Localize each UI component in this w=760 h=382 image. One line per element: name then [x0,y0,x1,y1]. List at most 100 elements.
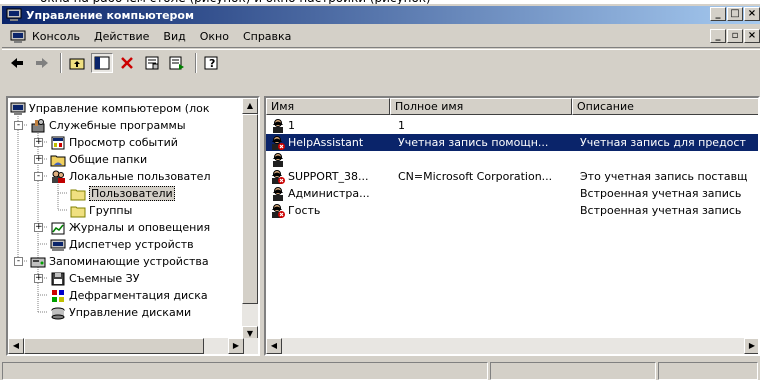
menu-action[interactable]: Действие [94,30,149,43]
help-button[interactable]: ? [201,53,223,73]
tree-item-event-viewer[interactable]: Просмотр событий [50,134,178,151]
table-row[interactable]: HelpAssistant Учетная запись помощн... Уче… [266,134,758,151]
cell-name [270,151,392,168]
show-hide-tree-button[interactable] [91,52,113,73]
properties-button[interactable] [141,53,163,73]
scroll-up-button[interactable]: ▲ [242,98,258,114]
tree-item-label: Съемные ЗУ [69,272,140,285]
tree-item-label: Запоминающие устройства [49,255,209,268]
tree-item-device-manager[interactable]: Диспетчер устройств [50,236,194,253]
storage-icon [30,257,46,267]
tree-item-storage[interactable]: Запоминающие устройства [30,253,209,270]
arrow-left-icon [11,57,23,68]
tree-content: Управление компьютером (лок - Служебные пр… [8,98,244,342]
scroll-left-button[interactable]: ◀ [266,338,282,354]
tree-item-computer-management[interactable]: Управление компьютером (лок [10,100,210,117]
column-description[interactable]: Описание [572,98,758,115]
tree-item-groups[interactable]: Группы [70,202,132,219]
tree-item-disk-management[interactable]: Управление дисками [50,304,191,321]
table-row[interactable] [266,151,758,168]
collapse-button[interactable]: - [14,257,23,266]
back-button[interactable] [6,53,28,73]
computer-management-icon [6,8,22,21]
toolbar-separator [60,52,62,73]
folder-icon [70,206,86,217]
table-row[interactable]: Администра... Встроенная учетная запись [266,185,758,202]
scroll-thumb[interactable] [242,114,258,304]
cell-full-name: Учетная запись помощн... [398,136,549,149]
scroll-right-button[interactable]: ▶ [744,338,758,354]
tree-vertical-scrollbar[interactable]: ▲ ▼ [242,98,258,342]
column-full-name[interactable]: Полное имя [390,98,572,115]
tree-item-local-users[interactable]: Локальные пользовател [50,168,211,185]
user-icon [273,153,283,167]
user-icon [273,187,283,201]
tree-item-label: Диспетчер устройств [69,238,194,251]
users-list[interactable]: Имя Полное имя Описание 1 1 HelpAssistant У… [264,96,760,356]
export-list-button[interactable] [166,53,188,73]
table-row[interactable]: Гость Встроенная учетная запись [266,202,758,219]
maximize-button[interactable]: □ [727,7,743,21]
user-disabled-icon [272,170,285,184]
user-disabled-icon [272,136,285,150]
user-name: SUPPORT_38... [288,170,369,183]
table-row[interactable]: 11 [266,117,758,134]
menu-help[interactable]: Справка [243,30,291,43]
tree-item-shared-folders[interactable]: Общие папки [50,151,147,168]
mdi-minimize-button[interactable]: _ [710,29,726,43]
scroll-right-button[interactable]: ▶ [228,338,244,354]
collapse-button[interactable]: - [34,172,43,181]
menu-console[interactable]: Консоль [32,30,80,43]
user-name: HelpAssistant [288,136,364,149]
tree-item-defragmenter[interactable]: Дефрагментация диска [50,287,208,304]
delete-button[interactable] [116,53,138,73]
folder-icon [70,189,86,200]
tree-horizontal-scrollbar[interactable]: ◀ ▶ [8,338,258,354]
list-header: Имя Полное имя Описание [266,98,758,115]
cell-name: HelpAssistant [270,134,392,151]
cell-name: Гость [270,202,392,219]
expand-button[interactable]: + [34,223,43,232]
menu-view[interactable]: Вид [163,30,185,43]
menu-window[interactable]: Окно [200,30,229,43]
tree-item-logs-alerts[interactable]: Журналы и оповещения [50,219,210,236]
expand-button[interactable]: + [34,274,43,283]
mdi-close-button[interactable]: × [744,29,760,43]
tree-item-label: Локальные пользовател [69,170,211,183]
up-level-button[interactable] [66,53,88,73]
scroll-left-button[interactable]: ◀ [8,338,24,354]
status-panel [2,362,488,380]
delete-x-icon [121,56,133,69]
scroll-thumb[interactable] [24,338,204,354]
tree-item-removable-storage[interactable]: Съемные ЗУ [50,270,139,287]
column-name[interactable]: Имя [266,98,390,115]
tree-item-users[interactable]: Пользователи [70,185,175,202]
cell-description [580,151,758,168]
mdi-restore-button[interactable]: ▫ [727,29,743,43]
console-icon[interactable] [10,30,26,44]
title-bar[interactable]: Управление компьютером _ □ × [2,6,760,24]
status-bar [2,362,760,382]
expand-button[interactable]: + [34,155,43,164]
expand-button[interactable]: + [34,138,43,147]
forward-button[interactable] [31,53,53,73]
tools-icon [31,118,45,132]
tree-item-label: Журналы и оповещения [69,221,211,234]
help-icon: ? [204,56,218,70]
cell-full-name [398,151,574,168]
svg-text:?: ? [209,57,215,70]
minimize-button[interactable]: _ [710,7,726,21]
tree-item-label: Пользователи [89,186,175,201]
cell-full-name [398,202,574,219]
collapse-button[interactable]: - [14,121,23,130]
close-button[interactable]: × [744,7,760,21]
properties-icon [145,56,159,69]
console-tree[interactable]: Управление компьютером (лок - Служебные пр… [6,96,260,356]
cell-full-name [398,185,574,202]
list-horizontal-scrollbar[interactable]: ◀ ▶ [266,338,758,354]
table-row[interactable]: SUPPORT_38... CN=Microsoft Corporation...… [266,168,758,185]
tree-item-label: Служебные программы [49,119,186,132]
cell-description: Учетная запись для предост [580,136,746,149]
tree-item-system-tools[interactable]: Служебные программы [30,117,186,134]
user-name: 1 [288,119,295,132]
